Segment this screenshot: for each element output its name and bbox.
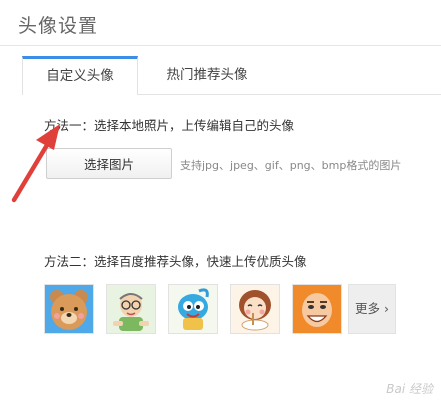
choose-image-button[interactable]: 选择图片: [46, 148, 172, 179]
more-avatars-button[interactable]: 更多 ›: [348, 284, 396, 334]
method-two-text: 方法二：选择百度推荐头像，快速上传优质头像: [44, 254, 307, 269]
watermark: Bai 经验: [386, 382, 433, 396]
old-man-avatar[interactable]: [106, 284, 156, 334]
supported-formats-text: 支持jpg、jpeg、gif、png、bmp格式的图片: [180, 159, 402, 172]
more-label: 更多: [355, 301, 381, 316]
title-divider: [0, 45, 441, 46]
blue-creature-avatar[interactable]: [168, 284, 218, 334]
tab-recommended-avatar[interactable]: 热门推荐头像: [147, 56, 267, 93]
chevron-right-icon: ›: [380, 301, 389, 316]
bear-avatar[interactable]: [44, 284, 94, 334]
girl-eating-avatar[interactable]: [230, 284, 280, 334]
tab-bar: 自定义头像 热门推荐头像: [22, 56, 441, 95]
bald-man-avatar[interactable]: [292, 284, 342, 334]
tab-custom-avatar[interactable]: 自定义头像: [22, 56, 138, 95]
method-one-text: 方法一：选择本地照片，上传编辑自己的头像: [44, 118, 295, 133]
page-title: 头像设置: [18, 15, 99, 37]
